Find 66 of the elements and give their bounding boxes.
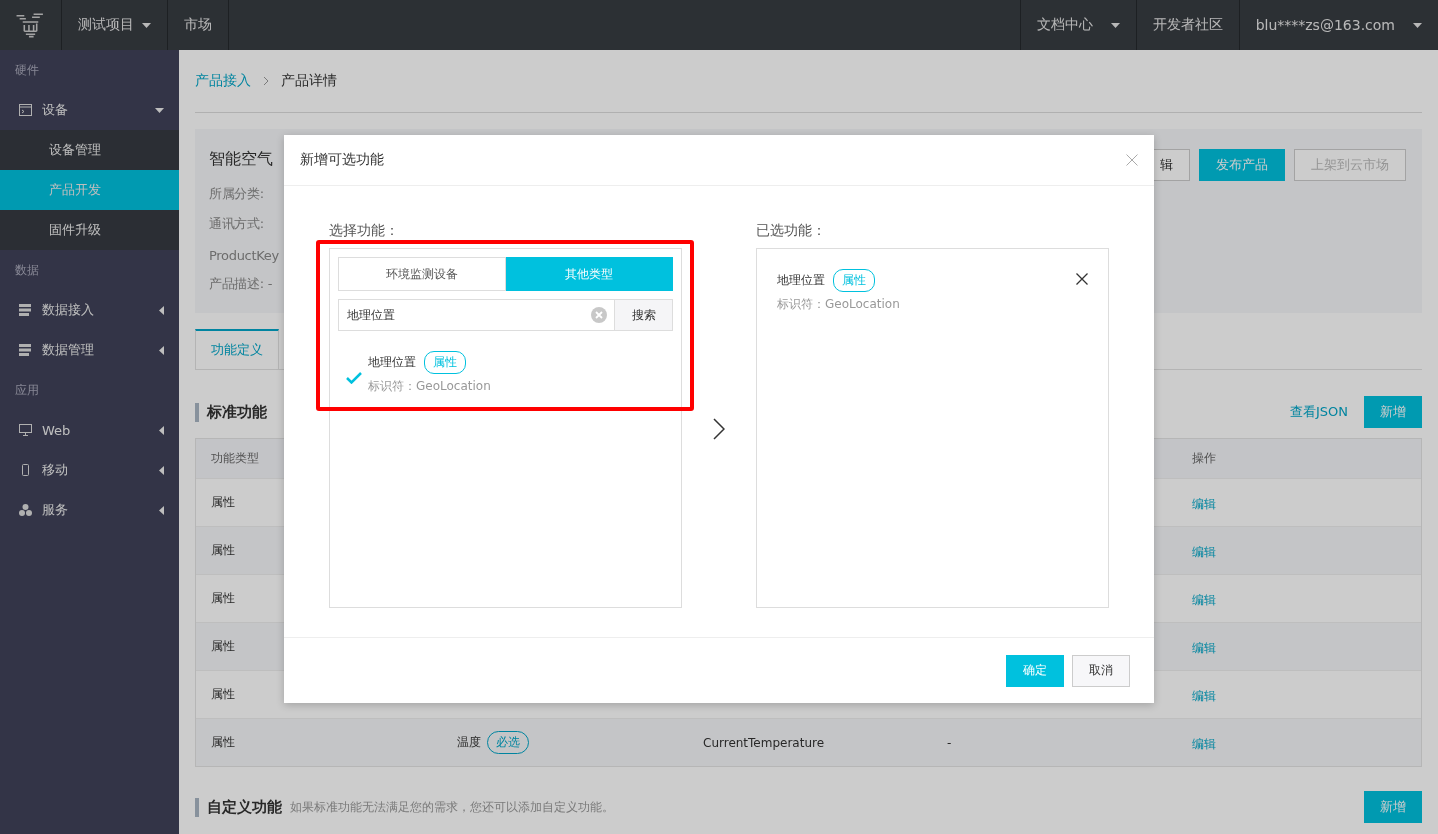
table-cell-text: 属性 xyxy=(210,638,236,655)
caret-left-icon xyxy=(159,305,164,315)
sidebar-section-title: 硬件 xyxy=(15,61,39,79)
sidebar-subitem[interactable]: 固件升级 xyxy=(0,210,179,250)
property-tag: 属性 xyxy=(424,351,466,374)
panel-label: 选择功能： xyxy=(329,222,400,240)
nav-menu-item[interactable]: 文档中心 xyxy=(1019,0,1136,50)
product-field: 通讯方式: xyxy=(209,203,279,233)
column-header: 功能类型 xyxy=(210,450,260,467)
product-field: 产品描述: - xyxy=(209,263,279,293)
sidebar-item[interactable]: 服务 xyxy=(0,490,179,530)
phone-icon xyxy=(19,464,32,476)
search-button[interactable]: 搜索 xyxy=(615,299,673,331)
section-title: 自定义功能 xyxy=(195,797,282,817)
window-icon xyxy=(19,104,32,116)
table-cell-text: 属性 xyxy=(210,542,236,559)
sidebar-section-title: 数据 xyxy=(15,261,39,279)
nav-menu-item[interactable]: 开发者社区 xyxy=(1135,0,1239,50)
feature-identifier: 标识符：GeoLocation xyxy=(777,296,900,313)
category-tab[interactable]: 环境监测设备 xyxy=(338,257,506,291)
product-field: ProductKey xyxy=(209,233,279,263)
caret-left-icon xyxy=(159,465,164,475)
nav-menu-item[interactable]: blu****zs@163.com xyxy=(1238,0,1438,50)
section-description: 如果标准功能无法满足您的需求，您还可以添加自定义功能。 xyxy=(290,798,614,816)
feature-identifier: 标识符：GeoLocation xyxy=(368,378,491,395)
product-title: 智能空气 xyxy=(209,149,274,170)
caret-down-icon xyxy=(155,107,164,113)
feature-name: 地理位置 xyxy=(368,354,416,371)
server-icon xyxy=(19,344,32,356)
breadcrumb-current: 产品详情 xyxy=(281,72,337,90)
product-field: 所属分类: xyxy=(209,173,279,203)
section-title: 标准功能 xyxy=(195,402,267,422)
table-cell-text: 属性 xyxy=(210,590,236,607)
table-cell: CurrentTemperature xyxy=(703,735,825,750)
caret-down-icon xyxy=(1110,22,1120,28)
caret-left-icon xyxy=(159,345,164,355)
result-item[interactable]: 地理位置 属性 标识符：GeoLocation xyxy=(338,331,673,395)
feature-name: 地理位置 xyxy=(777,272,825,289)
sidebar-item[interactable]: 移动 xyxy=(0,450,179,490)
table-cell-text: 属性 xyxy=(210,686,236,703)
monitor-icon xyxy=(19,424,32,436)
table-cell-text: 属性 xyxy=(210,494,236,511)
column-header: 操作 xyxy=(1191,450,1217,467)
caret-down-icon xyxy=(142,22,151,28)
remove-button[interactable] xyxy=(1076,273,1088,285)
caret-down-icon xyxy=(1413,22,1422,28)
sidebar-item[interactable]: 设备 xyxy=(0,90,179,130)
table-cell-text: 属性 xyxy=(210,734,236,751)
table-cell: - xyxy=(947,735,952,750)
sidebar-section-title: 应用 xyxy=(15,381,39,399)
chevron-right-icon xyxy=(263,76,269,86)
sidebar-item[interactable]: 数据接入 xyxy=(0,290,179,330)
search-field[interactable]: 地理位置 xyxy=(338,299,615,331)
sidebar-subitem[interactable]: 设备管理 xyxy=(0,130,179,170)
property-tag: 属性 xyxy=(833,269,875,292)
caret-left-icon xyxy=(159,425,164,435)
table-cell: 温度 xyxy=(457,734,481,751)
cancel-button[interactable]: 取消 xyxy=(1072,654,1130,687)
server-icon xyxy=(19,304,32,316)
panel-label: 已选功能： xyxy=(756,222,827,240)
caret-left-icon xyxy=(159,505,164,515)
chevron-right-icon[interactable] xyxy=(713,417,725,440)
cluster-icon xyxy=(19,504,32,516)
sidebar-item[interactable]: 数据管理 xyxy=(0,330,179,370)
sidebar-item[interactable]: Web xyxy=(0,410,179,450)
dialog-title: 新增可选功能 xyxy=(300,151,384,169)
